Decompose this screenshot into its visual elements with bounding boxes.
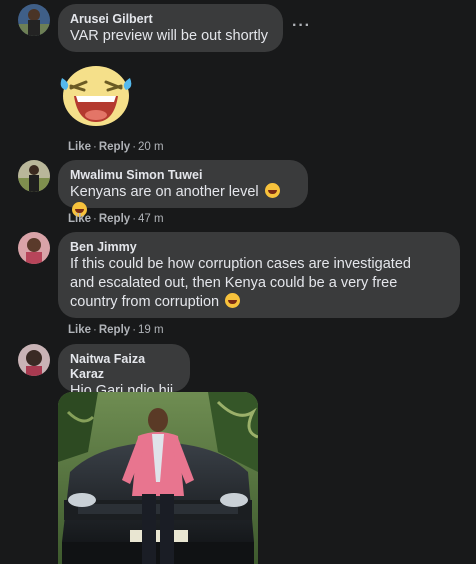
comment-author[interactable]: Arusei Gilbert xyxy=(70,12,271,27)
separator: · xyxy=(93,141,97,153)
rolling-on-floor-laughing-emoji xyxy=(264,183,280,198)
separator: · xyxy=(132,324,137,336)
comment-time[interactable]: 19 m xyxy=(138,324,164,336)
like-link[interactable]: Like xyxy=(68,141,91,153)
avatar[interactable] xyxy=(18,4,50,36)
reply-link[interactable]: Reply xyxy=(99,324,130,336)
comment-meta: Like · Reply · 47 m xyxy=(68,212,164,226)
comment-photo[interactable] xyxy=(58,392,258,564)
comment-meta: Like · Reply · 19 m xyxy=(68,323,164,337)
separator: · xyxy=(93,324,97,336)
comment-text-line: and escalated out, then Kenya could be a… xyxy=(70,275,398,291)
avatar[interactable] xyxy=(18,344,50,376)
comment-text-line: If this could be how corruption cases ar… xyxy=(70,256,411,272)
reply-link[interactable]: Reply xyxy=(99,213,130,225)
laughing-tears-sticker xyxy=(56,58,136,130)
comment-author[interactable]: Mwalimu Simon Tuwei xyxy=(70,168,296,183)
comment-time[interactable]: 47 m xyxy=(138,213,164,225)
comment-author[interactable]: Ben Jimmy xyxy=(70,240,448,255)
comment-bubble: Mwalimu Simon Tuwei Kenyans are on anoth… xyxy=(58,160,308,217)
like-link[interactable]: Like xyxy=(68,324,91,336)
comment-bubble: Ben Jimmy If this could be how corruptio… xyxy=(58,232,460,318)
like-link[interactable]: Like xyxy=(68,213,91,225)
comment-bubble: Naitwa Faiza Karaz Hio Gari ndio hii xyxy=(58,344,190,399)
comment-text-content: Kenyans are on another level xyxy=(70,184,259,200)
comment-bubble: Arusei Gilbert VAR preview will be out s… xyxy=(58,4,283,52)
rolling-on-floor-laughing-emoji xyxy=(225,293,241,308)
comment-meta: Like · Reply · 20 m xyxy=(68,140,164,154)
comment-text-line: country from corruption xyxy=(70,294,220,310)
avatar[interactable] xyxy=(18,160,50,192)
avatar[interactable] xyxy=(18,232,50,264)
comment-time[interactable]: 20 m xyxy=(138,141,164,153)
separator: · xyxy=(132,213,137,225)
separator: · xyxy=(132,141,137,153)
more-options-icon[interactable]: ··· xyxy=(292,18,311,34)
comment-text: country from corruption xyxy=(70,293,448,312)
comment-author[interactable]: Naitwa Faiza Karaz xyxy=(70,352,178,382)
reply-link[interactable]: Reply xyxy=(99,141,130,153)
comment-text: VAR preview will be out shortly xyxy=(70,28,268,44)
separator: · xyxy=(93,213,97,225)
